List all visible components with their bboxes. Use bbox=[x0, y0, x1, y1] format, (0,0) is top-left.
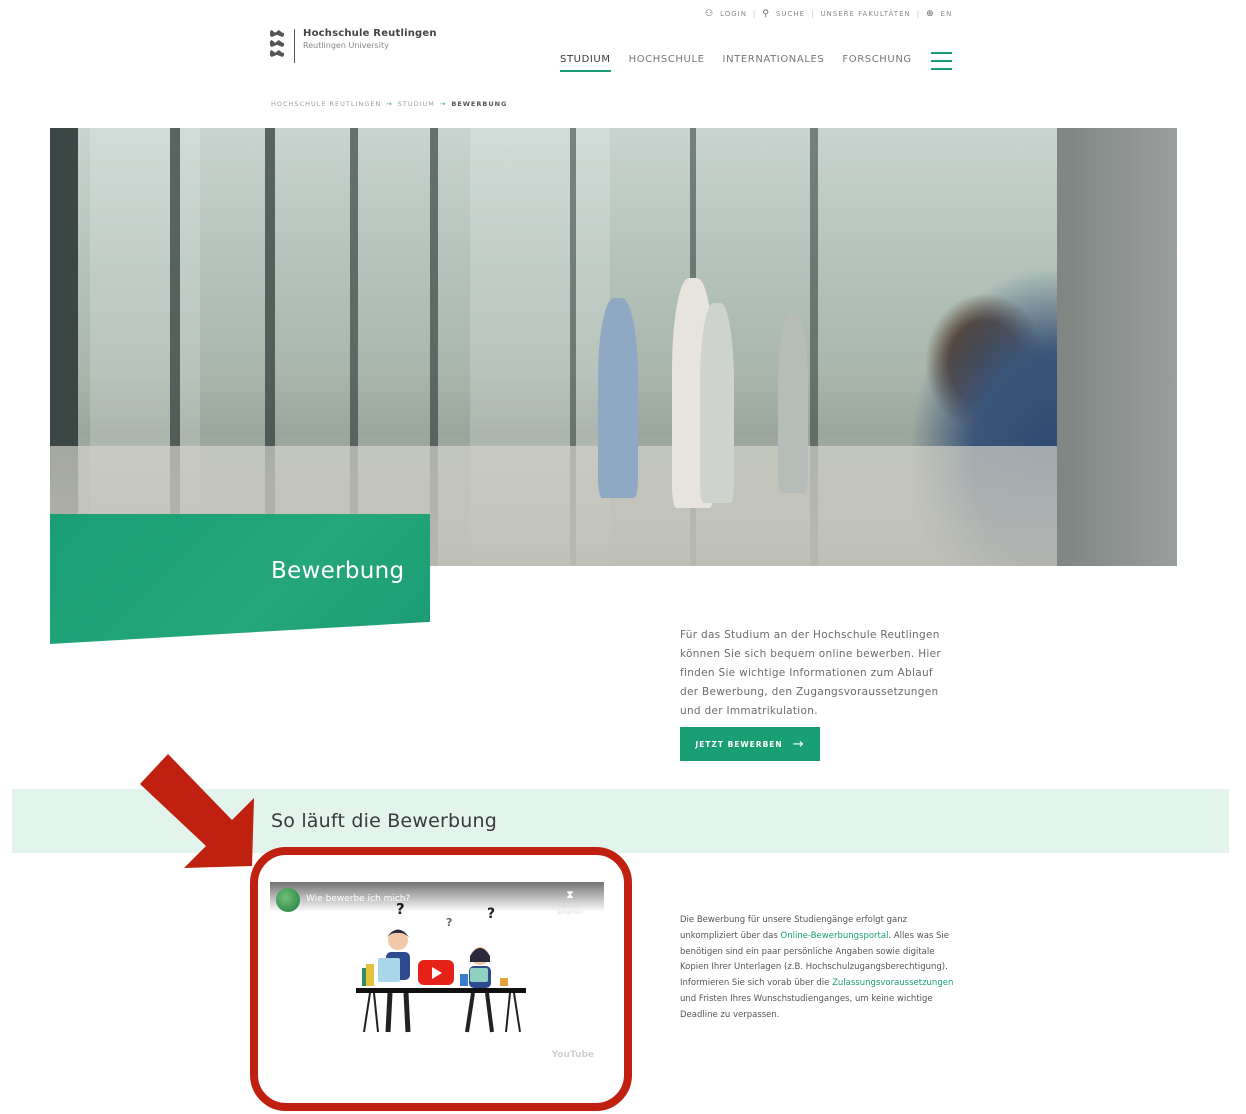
globe-icon: ⊕ bbox=[926, 9, 935, 19]
breadcrumb-studium[interactable]: STUDIUM bbox=[398, 100, 435, 108]
apply-now-button[interactable]: JETZT BEWERBEN → bbox=[680, 727, 820, 761]
user-icon: ⚇ bbox=[705, 9, 715, 19]
divider: | bbox=[811, 10, 815, 18]
arrow-right-icon: → bbox=[792, 736, 805, 752]
utility-bar: ⚇ LOGIN | ⚲ SUCHE | UNSERE FAKULTÄTEN | … bbox=[705, 9, 952, 19]
search-link[interactable]: SUCHE bbox=[776, 10, 805, 18]
chevron-right-icon: → bbox=[439, 100, 447, 108]
crest-icon bbox=[268, 28, 290, 64]
red-arrow-icon bbox=[140, 754, 254, 868]
university-logo[interactable]: Hochschule Reutlingen Reutlingen Univers… bbox=[268, 28, 437, 64]
application-info-text: Die Bewerbung für unsere Studiengänge er… bbox=[680, 913, 956, 1024]
admission-requirements-link[interactable]: Zulassungsvoraussetzungen bbox=[832, 978, 953, 988]
login-link[interactable]: LOGIN bbox=[720, 10, 747, 18]
main-nav: STUDIUM HOCHSCHULE INTERNATIONALES FORSC… bbox=[560, 54, 912, 72]
red-highlight-frame bbox=[250, 847, 632, 1111]
body-text: und Fristen Ihres Wunschstudienganges, u… bbox=[680, 993, 933, 1020]
application-portal-link[interactable]: Online-Bewerbungsportal bbox=[781, 931, 889, 941]
page-title: Bewerbung bbox=[271, 558, 405, 584]
nav-item-studium[interactable]: STUDIUM bbox=[560, 54, 611, 72]
apply-now-label: JETZT BEWERBEN bbox=[695, 739, 783, 749]
intro-text: Für das Studium an der Hochschule Reutli… bbox=[680, 629, 941, 717]
logo-name: Hochschule Reutlingen bbox=[303, 28, 437, 39]
divider: | bbox=[752, 10, 757, 18]
logo-subtitle: Reutlingen University bbox=[303, 41, 389, 50]
nav-item-forschung[interactable]: FORSCHUNG bbox=[842, 54, 911, 72]
nav-item-internationales[interactable]: INTERNATIONALES bbox=[723, 54, 825, 72]
language-switch[interactable]: EN bbox=[941, 10, 953, 18]
nav-item-hochschule[interactable]: HOCHSCHULE bbox=[629, 54, 705, 72]
divider: | bbox=[916, 10, 921, 18]
breadcrumb-current: BEWERBUNG bbox=[451, 100, 508, 108]
menu-icon[interactable] bbox=[931, 52, 952, 70]
section-heading: So läuft die Bewerbung bbox=[271, 810, 497, 832]
page-title-banner: Bewerbung bbox=[50, 514, 430, 644]
hero-image bbox=[50, 128, 1177, 566]
logo-divider bbox=[294, 29, 295, 63]
breadcrumb-home[interactable]: HOCHSCHULE REUTLINGEN bbox=[271, 100, 381, 108]
faculties-link[interactable]: UNSERE FAKULTÄTEN bbox=[820, 10, 910, 18]
chevron-right-icon: → bbox=[386, 100, 393, 108]
search-icon: ⚲ bbox=[762, 9, 770, 19]
breadcrumb: HOCHSCHULE REUTLINGEN → STUDIUM → BEWERB… bbox=[271, 100, 507, 108]
